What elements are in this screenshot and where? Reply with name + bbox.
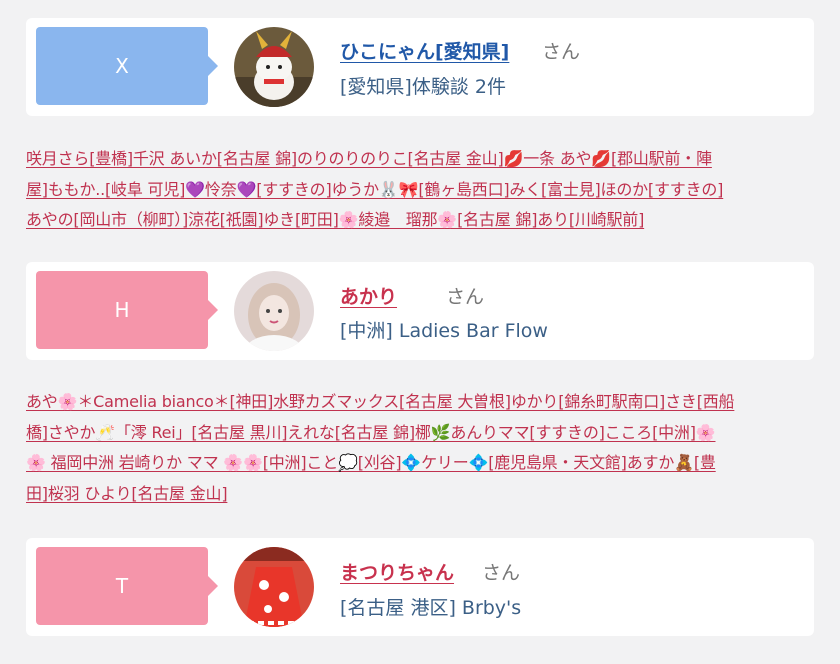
therapist-card[interactable]: H あかり さん [中洲] Ladies Bar Flow xyxy=(26,262,814,360)
rank-badge: H xyxy=(36,271,218,349)
therapist-name-link[interactable]: あかり xyxy=(340,282,397,309)
rank-badge: T xyxy=(36,547,218,625)
name-suffix: さん xyxy=(482,562,521,584)
therapist-name-link[interactable]: ひこにゃん[愛知県] xyxy=(340,37,509,64)
link-line[interactable]: 屋]ももか..[岐阜 可児]💜怜奈💜[すすきの]ゆうか🐰🎀[鶴ヶ島西口]みく[富… xyxy=(26,175,816,206)
rank-badge: X xyxy=(36,27,218,105)
name-suffix: さん xyxy=(446,286,485,308)
therapist-card[interactable]: X ひこにゃん[愛知県] さん [愛知県]体験談 2件 xyxy=(26,18,814,116)
link-line[interactable]: 田]桜羽 ひより[名古屋 金山] xyxy=(26,479,816,510)
red-festival-costume-avatar[interactable] xyxy=(234,547,314,627)
therapist-card[interactable]: T まつりちゃん さん [名古屋 港区] Brby's xyxy=(26,538,814,636)
link-line[interactable]: あやの[岡山市（柳町）]涼花[祇園]ゆき[町田]🌸綾邉 瑠那🌸[名古屋 錦]あり… xyxy=(26,205,816,236)
therapist-subtitle: [名古屋 港区] Brby's xyxy=(340,597,522,619)
therapist-link-list[interactable]: あや🌸＊Camelia bianco＊[神田]水野カズマックス[名古屋 大曽根]… xyxy=(26,387,816,509)
mascot-samurai-cat-avatar[interactable] xyxy=(234,27,314,107)
therapist-name-link[interactable]: まつりちゃん xyxy=(340,558,454,585)
link-line[interactable]: 🌸 福岡中洲 岩崎りか ママ 🌸🌸[中洲]こと💭[刈谷]💠ケリー💠[鹿児島県・天… xyxy=(26,448,816,479)
name-suffix: さん xyxy=(542,41,581,63)
therapist-subtitle: [中洲] Ladies Bar Flow xyxy=(340,320,548,342)
link-line[interactable]: 橋]さやか🥂「澪 Rei」[名古屋 黒川]えれな[名古屋 錦]梛🌿あんりママ[す… xyxy=(26,418,816,449)
link-line[interactable]: あや🌸＊Camelia bianco＊[神田]水野カズマックス[名古屋 大曽根]… xyxy=(26,387,816,418)
woman-portrait-avatar[interactable] xyxy=(234,271,314,351)
therapist-link-list[interactable]: 咲月さら[豊橋]千沢 あいか[名古屋 錦]のりのりのりこ[名古屋 金山]💋一条 … xyxy=(26,144,816,236)
link-line[interactable]: 咲月さら[豊橋]千沢 あいか[名古屋 錦]のりのりのりこ[名古屋 金山]💋一条 … xyxy=(26,144,816,175)
therapist-subtitle: [愛知県]体験談 2件 xyxy=(340,76,506,98)
